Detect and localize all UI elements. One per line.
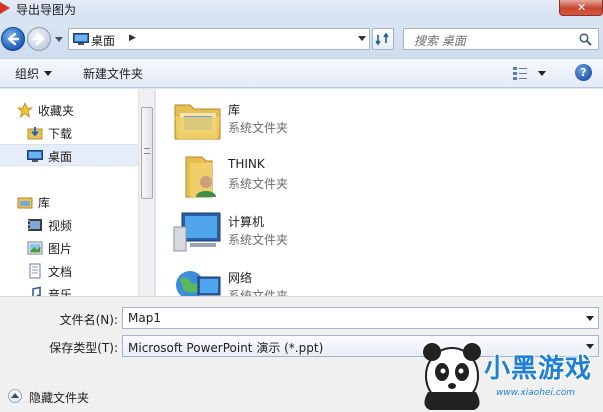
back-button[interactable] xyxy=(1,27,25,51)
navigation-pane: 收藏夹 下载 桌面 库 视频 图片 文档 音乐 xyxy=(0,89,155,296)
address-bar: 桌面 ▶ 搜索 桌面 xyxy=(0,18,603,58)
organize-dropdown-icon[interactable] xyxy=(44,71,52,76)
nav-item-label: 文档 xyxy=(48,265,73,279)
nav-item-videos[interactable]: 视频 xyxy=(0,214,138,236)
item-description: 系统文件夹 xyxy=(228,289,289,296)
nav-item-favorites[interactable]: 收藏夹 xyxy=(0,99,138,121)
window-title: 导出导图为 xyxy=(16,3,77,17)
nav-item-downloads[interactable]: 下载 xyxy=(0,122,138,144)
desktop-icon xyxy=(73,33,89,45)
close-icon: ✕ xyxy=(577,1,587,14)
command-bar: 组织 新建文件夹 ? xyxy=(0,58,603,88)
list-item-network[interactable]: 网络 系统文件夹 xyxy=(172,265,372,296)
library-icon xyxy=(17,197,33,209)
filetype-value[interactable]: Microsoft PowerPoint 演示 (*.ppt) xyxy=(128,339,323,356)
search-input[interactable]: 搜索 桌面 xyxy=(414,32,466,49)
star-icon xyxy=(17,102,33,118)
nav-item-documents[interactable]: 文档 xyxy=(0,260,138,282)
nav-item-label: 桌面 xyxy=(48,150,73,164)
nav-item-music[interactable]: 音乐 xyxy=(0,283,138,296)
file-list: 库 系统文件夹 THINK 系统文件夹 计算机 系统文件夹 网络 系统文件夹 xyxy=(156,89,603,296)
item-name: 计算机 xyxy=(228,215,265,229)
download-folder-icon xyxy=(27,127,43,140)
hide-folders-label[interactable]: 隐藏文件夹 xyxy=(29,389,89,406)
nav-item-label: 库 xyxy=(38,196,51,210)
organize-menu[interactable]: 组织 xyxy=(15,65,39,82)
nav-item-label: 下载 xyxy=(48,127,73,141)
item-description: 系统文件夹 xyxy=(228,233,289,247)
nav-scrollbar[interactable] xyxy=(138,89,154,296)
hide-folders-toggle[interactable] xyxy=(8,389,22,403)
watermark: 小黑游戏 www.xiaohei.com xyxy=(400,336,603,412)
nav-item-label: 图片 xyxy=(48,242,73,256)
watermark-url: www.xiaohei.com xyxy=(496,388,576,398)
chevron-down-icon[interactable] xyxy=(586,316,594,321)
picture-icon xyxy=(27,241,43,255)
chevron-down-icon[interactable] xyxy=(358,36,366,42)
nav-item-label: 音乐 xyxy=(48,288,73,296)
search-box[interactable]: 搜索 桌面 xyxy=(403,28,599,50)
nav-item-label: 视频 xyxy=(48,219,73,233)
list-item-computer[interactable]: 计算机 系统文件夹 xyxy=(172,209,372,259)
address-path-label[interactable]: 桌面 xyxy=(91,32,115,49)
app-icon xyxy=(0,2,10,14)
arrow-right-icon xyxy=(32,32,45,46)
view-options-icon[interactable] xyxy=(512,65,528,81)
nav-item-pictures[interactable]: 图片 xyxy=(0,237,138,259)
new-folder-button[interactable]: 新建文件夹 xyxy=(83,65,143,82)
user-folder-icon xyxy=(185,156,216,198)
network-icon xyxy=(176,271,221,296)
grip-icon xyxy=(144,148,150,154)
list-item-user[interactable]: THINK 系统文件夹 xyxy=(172,153,372,203)
forward-button[interactable] xyxy=(27,27,51,51)
library-folder-icon xyxy=(174,104,221,140)
history-dropdown-icon[interactable] xyxy=(54,34,64,44)
item-name: 网络 xyxy=(228,271,253,285)
filetype-label: 保存类型(T): xyxy=(49,341,118,355)
list-item-libraries[interactable]: 库 系统文件夹 xyxy=(172,97,372,147)
title-bar: 导出导图为 ✕ xyxy=(0,0,603,18)
nav-item-desktop[interactable]: 桌面 xyxy=(0,144,138,166)
nav-item-label: 收藏夹 xyxy=(38,104,75,118)
filename-value[interactable]: Map1 xyxy=(128,311,161,325)
path-separator-icon[interactable]: ▶ xyxy=(129,33,136,43)
nav-scrollbar-thumb[interactable] xyxy=(141,107,153,199)
item-name: THINK xyxy=(228,157,265,171)
filename-label: 文件名(N): xyxy=(59,313,118,327)
filename-field[interactable]: Map1 xyxy=(122,307,599,329)
close-button[interactable]: ✕ xyxy=(559,0,603,16)
video-icon xyxy=(28,219,42,231)
chevron-up-icon xyxy=(11,393,19,398)
item-description: 系统文件夹 xyxy=(228,121,289,135)
computer-icon xyxy=(173,212,221,252)
help-icon[interactable]: ? xyxy=(575,64,592,81)
nav-item-libraries[interactable]: 库 xyxy=(0,191,138,213)
watermark-brand: 小黑游戏 xyxy=(484,354,593,384)
desktop-icon xyxy=(27,150,43,162)
music-icon xyxy=(32,286,41,296)
arrow-left-icon xyxy=(7,32,20,46)
refresh-icon xyxy=(375,32,389,46)
search-icon[interactable] xyxy=(579,33,592,46)
document-icon xyxy=(29,263,41,279)
refresh-button[interactable] xyxy=(372,28,394,50)
item-name: 库 xyxy=(228,103,241,117)
item-description: 系统文件夹 xyxy=(228,177,289,191)
view-dropdown-icon[interactable] xyxy=(538,71,546,76)
address-path-box[interactable]: 桌面 ▶ xyxy=(68,28,370,50)
